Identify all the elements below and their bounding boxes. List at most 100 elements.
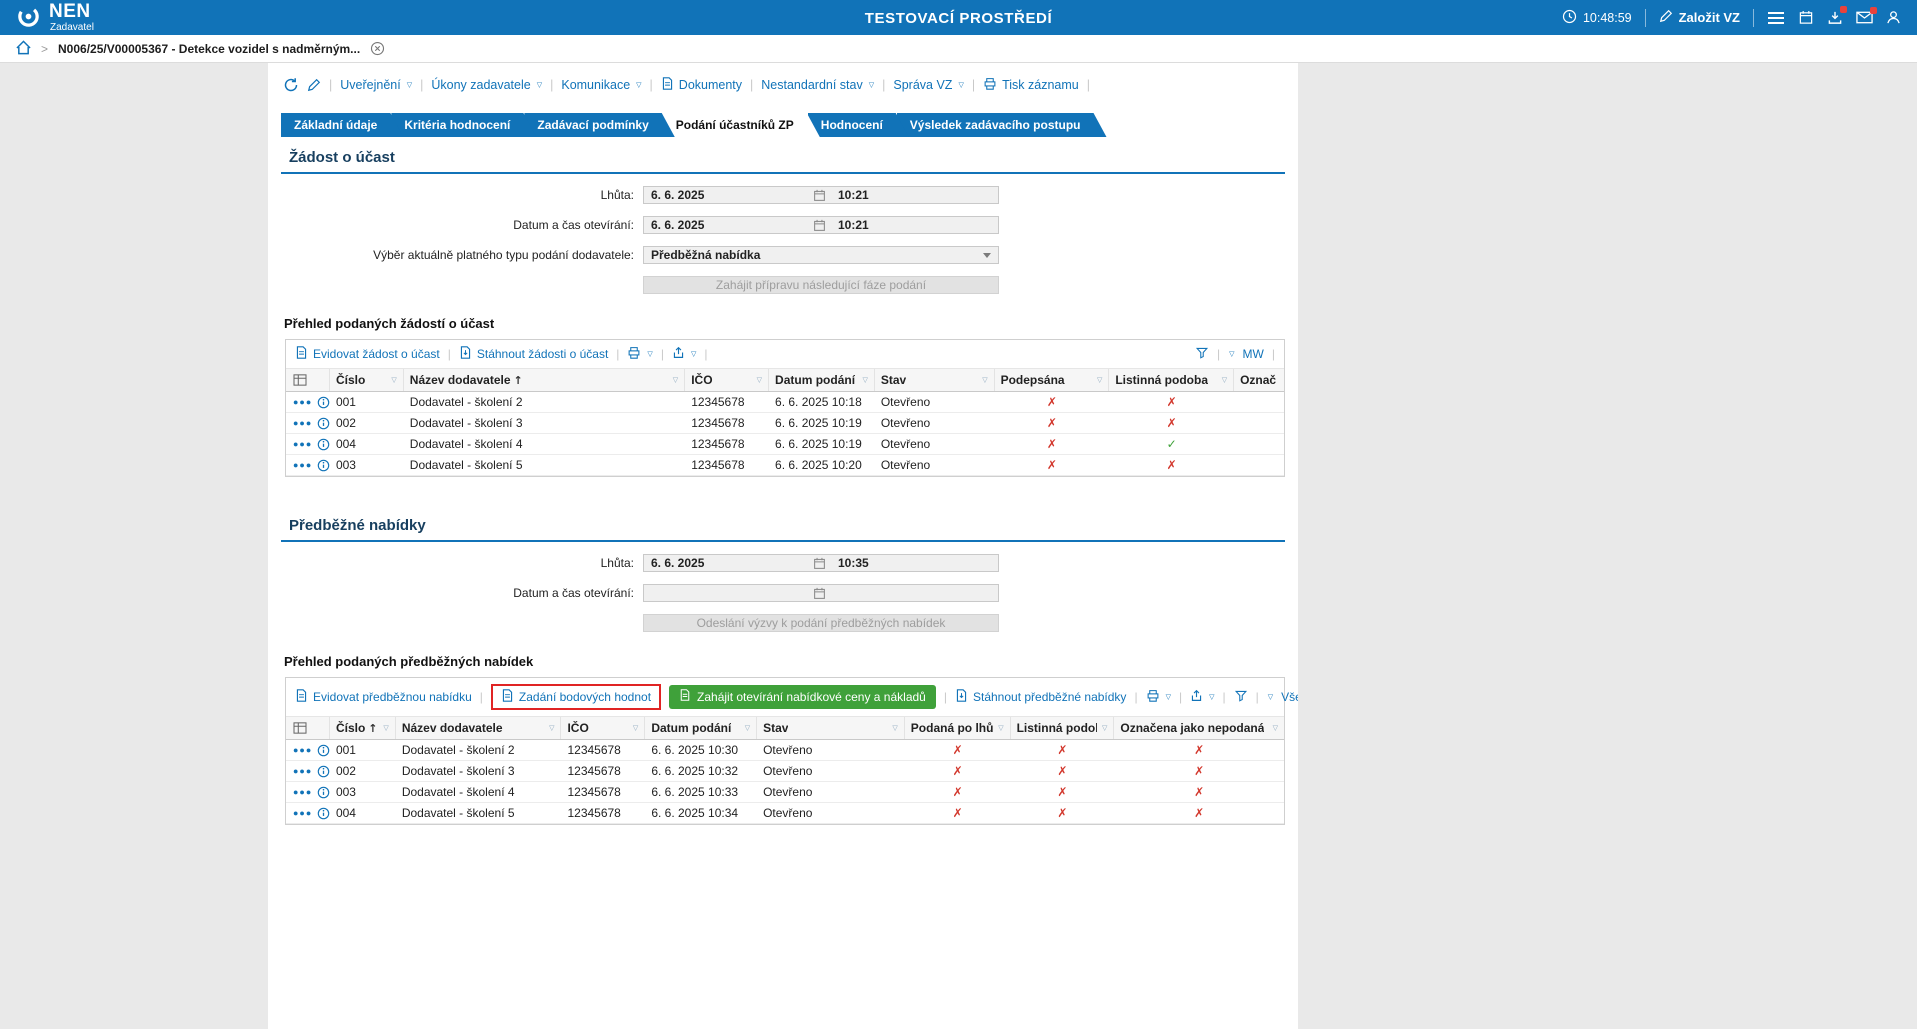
table-row[interactable]: ●●● 004 Dodavatel - školení 5 12345678 6. 6.… xyxy=(286,803,1284,824)
tab-základní-údaje[interactable]: Základní údaje xyxy=(281,113,403,137)
row-menu-button[interactable]: ●●● xyxy=(293,439,312,449)
menu-nestandardní-stav[interactable]: Nestandardní stav ▽ xyxy=(761,78,874,92)
edit-record-icon[interactable] xyxy=(307,78,321,92)
otevirani-datetime-field[interactable]: 6. 6. 2025 10:21 xyxy=(643,216,999,234)
filter-chevron-icon[interactable]: ▽ xyxy=(378,724,388,732)
home-icon[interactable] xyxy=(16,39,31,58)
menu-dokumenty[interactable]: Dokumenty xyxy=(661,77,742,93)
column-header-podepsána[interactable]: Podepsána ▽ xyxy=(995,369,1110,391)
menu-správa-vz[interactable]: Správa VZ ▽ xyxy=(893,78,963,92)
column-header-stav[interactable]: Stav ▽ xyxy=(757,717,905,739)
calendar-icon[interactable] xyxy=(1798,10,1814,25)
export-button[interactable]: ▽ xyxy=(1190,689,1214,705)
filter-chevron-icon[interactable]: ▽ xyxy=(1097,724,1107,732)
downloads-icon[interactable] xyxy=(1827,6,1847,25)
column-header-číslo[interactable]: Číslo ↑ ▽ xyxy=(330,717,396,739)
nabidky-lhuta-datetime-field[interactable]: 6. 6. 2025 10:35 xyxy=(643,554,999,572)
tab-výsledek-zadávacího-postupu[interactable]: Výsledek zadávacího postupu xyxy=(897,113,1107,137)
chevron-down-icon[interactable]: ▽ xyxy=(1229,350,1234,358)
history-icon[interactable] xyxy=(283,77,299,93)
info-icon[interactable] xyxy=(317,396,330,409)
menu-úkony-zadavatele[interactable]: Úkony zadavatele ▽ xyxy=(431,78,542,92)
typ-podani-select[interactable]: Předběžná nabídka xyxy=(643,246,999,264)
column-header-stav[interactable]: Stav ▽ xyxy=(875,369,995,391)
column-header-listinná-podoba[interactable]: Listinná podoba▽ xyxy=(1109,369,1235,391)
chevron-down-icon[interactable]: ▽ xyxy=(1268,693,1273,701)
zahajit-pripravu-button[interactable]: Zahájit přípravu následující fáze podání xyxy=(643,276,999,294)
info-icon[interactable] xyxy=(317,744,330,757)
breadcrumb-title[interactable]: N006/25/V00005367 - Detekce vozidel s na… xyxy=(58,42,360,56)
view-selector[interactable]: MW xyxy=(1243,347,1264,361)
zadani-bodovych-hodnot-button[interactable]: Zadání bodových hodnot xyxy=(501,689,651,705)
menu-tisk-záznamu[interactable]: Tisk záznamu xyxy=(983,77,1079,93)
export-button[interactable]: ▽ xyxy=(672,346,696,362)
tab-kritéria-hodnocení[interactable]: Kritéria hodnocení xyxy=(391,113,536,137)
column-header-podaná-po-lhůtě[interactable]: Podaná po lhůtě▽ xyxy=(905,717,1011,739)
stahnout-zadosti-button[interactable]: Stáhnout žádosti o účast xyxy=(459,346,608,362)
filter-chevron-icon[interactable]: ▽ xyxy=(386,376,396,384)
nabidky-otevirani-datetime-field[interactable] xyxy=(643,584,999,602)
messages-icon[interactable] xyxy=(1856,7,1877,24)
print-button[interactable]: ▽ xyxy=(1146,689,1171,705)
row-menu-button[interactable]: ●●● xyxy=(293,808,312,818)
column-header-datum-podání[interactable]: Datum podání ▽ xyxy=(769,369,875,391)
filter-chevron-icon[interactable]: ▽ xyxy=(740,724,750,732)
filter-chevron-icon[interactable]: ▽ xyxy=(544,724,554,732)
calendar-icon[interactable] xyxy=(811,219,828,232)
filter-chevron-icon[interactable]: ▽ xyxy=(993,724,1003,732)
column-header-ičo[interactable]: IČO ▽ xyxy=(685,369,770,391)
tab-hodnocení[interactable]: Hodnocení xyxy=(808,113,909,137)
row-menu-button[interactable]: ●●● xyxy=(293,745,312,755)
column-header-číslo[interactable]: Číslo ▽ xyxy=(330,369,404,391)
column-header-označena-jako-nepodaná[interactable]: Označena jako nepodaná ▽ xyxy=(1114,717,1284,739)
otevirani-time-value[interactable]: 10:21 xyxy=(828,218,998,232)
calendar-icon[interactable] xyxy=(811,557,828,570)
menu-uveřejnění[interactable]: Uveřejnění ▽ xyxy=(340,78,412,92)
info-icon[interactable] xyxy=(317,786,330,799)
row-menu-button[interactable]: ●●● xyxy=(293,397,312,407)
evidovat-zadost-button[interactable]: Evidovat žádost o účast xyxy=(295,346,440,362)
row-menu-button[interactable]: ●●● xyxy=(293,787,312,797)
filter-icon[interactable] xyxy=(1234,689,1248,705)
filter-chevron-icon[interactable]: ▽ xyxy=(668,376,678,384)
calendar-icon[interactable] xyxy=(811,587,828,600)
close-tab-icon[interactable] xyxy=(370,41,385,56)
filter-chevron-icon[interactable]: ▽ xyxy=(857,376,867,384)
column-header-název-dodavatele[interactable]: Název dodavatele ↑ ▽ xyxy=(404,369,686,391)
column-header-listinná-podoba[interactable]: Listinná podoba▽ xyxy=(1011,717,1115,739)
info-icon[interactable] xyxy=(317,459,330,472)
evidovat-nabidku-button[interactable]: Evidovat předběžnou nabídku xyxy=(295,689,472,705)
stahnout-nabidky-button[interactable]: Stáhnout předběžné nabídky xyxy=(955,689,1126,705)
filter-chevron-icon[interactable]: ▽ xyxy=(1268,724,1278,732)
column-settings-header[interactable] xyxy=(286,717,330,739)
row-menu-button[interactable]: ●●● xyxy=(293,766,312,776)
table-row[interactable]: ●●● 003 Dodavatel - školení 4 12345678 6. 6.… xyxy=(286,782,1284,803)
table-row[interactable]: ●●● 003 Dodavatel - školení 5 12345678 6. 6.… xyxy=(286,455,1284,476)
tab-podání-účastníků-zp[interactable]: Podání účastníků ZP xyxy=(663,113,820,137)
info-icon[interactable] xyxy=(317,417,330,430)
odeslani-vyzvy-button[interactable]: Odeslání výzvy k podání předběžných nabí… xyxy=(643,614,999,632)
table-row[interactable]: ●●● 001 Dodavatel - školení 2 12345678 6. 6.… xyxy=(286,740,1284,761)
lhuta-datetime-field[interactable]: 6. 6. 2025 10:21 xyxy=(643,186,999,204)
table-row[interactable]: ●●● 002 Dodavatel - školení 3 12345678 6. 6.… xyxy=(286,761,1284,782)
column-header-název-dodavatele[interactable]: Název dodavatele ▽ xyxy=(396,717,562,739)
column-header-označ[interactable]: Označ xyxy=(1234,369,1284,391)
nen-home-button[interactable]: NEN Zadavatel xyxy=(16,2,256,33)
row-menu-button[interactable]: ●●● xyxy=(293,418,312,428)
view-selector[interactable]: Vše xyxy=(1281,690,1298,704)
lhuta-date-value[interactable]: 6. 6. 2025 xyxy=(644,556,811,570)
table-row[interactable]: ●●● 002 Dodavatel - školení 3 12345678 6. 6.… xyxy=(286,413,1284,434)
column-settings-header[interactable] xyxy=(286,369,330,391)
lhuta-date-value[interactable]: 6. 6. 2025 xyxy=(644,188,811,202)
filter-chevron-icon[interactable]: ▽ xyxy=(977,376,987,384)
filter-chevron-icon[interactable]: ▽ xyxy=(1217,376,1227,384)
create-vz-button[interactable]: Založit VZ xyxy=(1659,9,1740,26)
tab-zadávací-podmínky[interactable]: Zadávací podmínky xyxy=(524,113,674,137)
menu-komunikace[interactable]: Komunikace ▽ xyxy=(561,78,641,92)
info-icon[interactable] xyxy=(317,765,330,778)
column-header-ičo[interactable]: IČO ▽ xyxy=(561,717,646,739)
print-button[interactable]: ▽ xyxy=(627,346,653,362)
column-header-datum-podání[interactable]: Datum podání ▽ xyxy=(645,717,758,739)
menu-icon[interactable] xyxy=(1767,11,1785,25)
info-icon[interactable] xyxy=(317,438,330,451)
